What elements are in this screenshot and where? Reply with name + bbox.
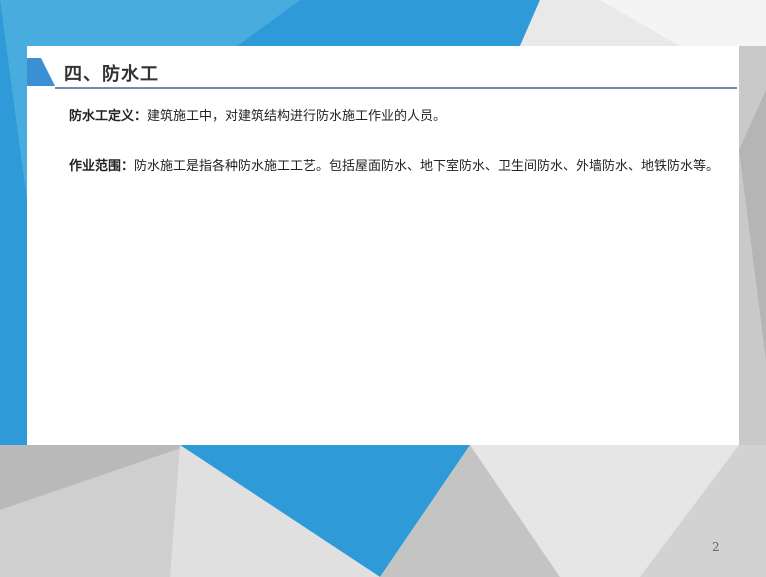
title-marker-icon bbox=[27, 58, 55, 86]
definition-label: 防水工定义： bbox=[69, 109, 148, 124]
scope-text: 防水施工是指各种防水施工工艺。包括屋面防水、地下室防水、卫生间防水、外墙防水、地… bbox=[134, 159, 720, 174]
scope-label: 作业范围： bbox=[69, 159, 135, 174]
slide-content-card: 四、防水工 防水工定义：建筑施工中，对建筑结构进行防水施工作业的人员。 作业范围… bbox=[27, 46, 739, 445]
page-number: 2 bbox=[712, 540, 720, 554]
scope-paragraph: 作业范围：防水施工是指各种防水施工工艺。包括屋面防水、地下室防水、卫生间防水、外… bbox=[69, 154, 729, 180]
title-bar: 四、防水工 bbox=[27, 58, 739, 89]
title-underline bbox=[55, 87, 737, 89]
definition-text: 建筑施工中，对建筑结构进行防水施工作业的人员。 bbox=[147, 109, 447, 124]
definition-paragraph: 防水工定义：建筑施工中，对建筑结构进行防水施工作业的人员。 bbox=[69, 104, 729, 130]
slide-title: 四、防水工 bbox=[64, 64, 159, 85]
